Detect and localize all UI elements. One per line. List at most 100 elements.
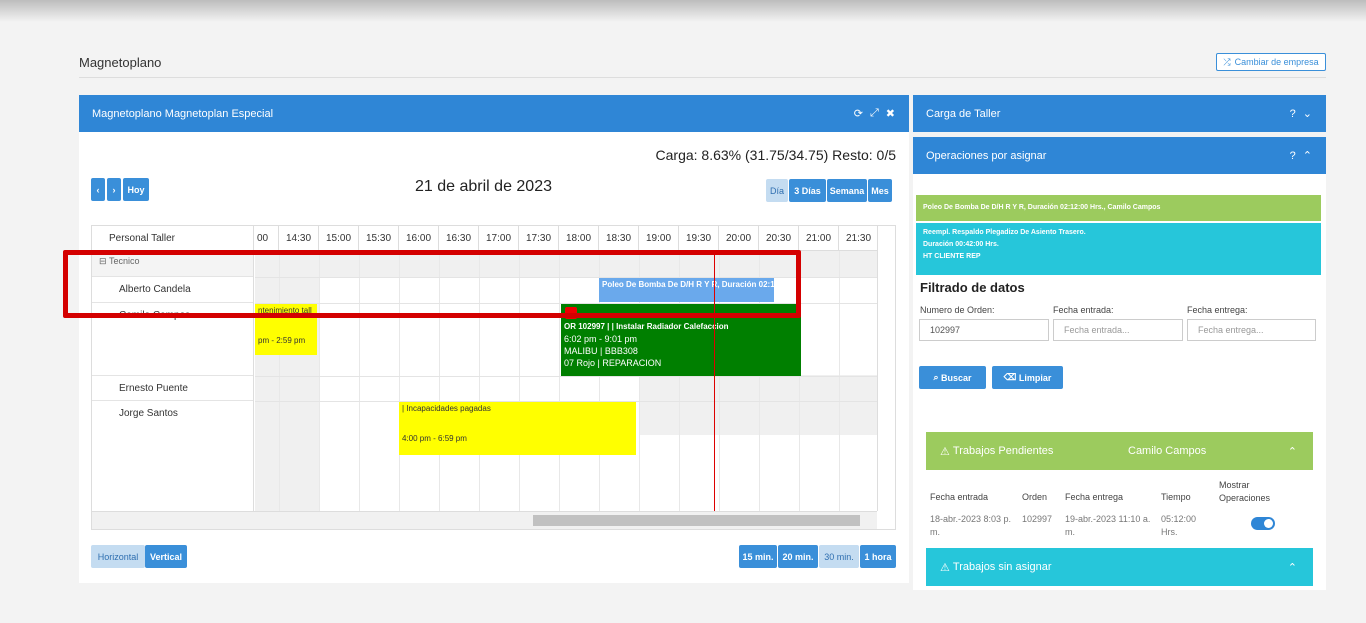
time-label: 18:00: [559, 226, 599, 250]
today-button[interactable]: Hoy: [123, 178, 149, 201]
current-date: 21 de abril de 2023: [415, 178, 552, 195]
op-line: Duración 00:42:00 Hrs.: [923, 241, 999, 248]
slot-60-button[interactable]: 1 hora: [860, 545, 896, 568]
slot-20-button[interactable]: 20 min.: [778, 545, 818, 568]
expand-icon[interactable]: ⤢: [870, 107, 879, 120]
operaciones-panel: Operaciones por asignar ? ⌃ Poleo De Bomb…: [913, 137, 1326, 590]
cell-orden: 102997: [1022, 514, 1053, 524]
vertical-button[interactable]: Vertical: [145, 545, 187, 568]
section-title: Trabajos Pendientes: [952, 445, 1054, 457]
help-icon[interactable]: ?: [1290, 150, 1296, 162]
scroll-thumb[interactable]: [533, 515, 860, 526]
pending-person: Camilo Campos: [1128, 445, 1207, 457]
offhours-shade: [639, 375, 877, 435]
chevron-left-icon: ‹: [96, 184, 100, 195]
slot-15-button[interactable]: 15 min.: [739, 545, 777, 568]
carga-taller-panel: Carga de Taller ? ⌄: [913, 95, 1326, 132]
col-mostrar[interactable]: Mostrar Operaciones: [1219, 479, 1279, 505]
order-input[interactable]: 102997: [919, 319, 1049, 341]
search-button[interactable]: ⌕ Buscar: [919, 366, 986, 389]
panel-title: Carga de Taller: [926, 107, 1001, 120]
entrada-label: Fecha entrada:: [1053, 305, 1114, 315]
search-icon: ⌕: [933, 372, 942, 382]
time-label: 17:00: [479, 226, 519, 250]
chevron-up-icon[interactable]: ⌃: [1288, 445, 1297, 458]
grid-line: [255, 376, 877, 377]
view-week-button[interactable]: Semana: [827, 179, 867, 202]
time-label: 16:00: [399, 226, 439, 250]
magnetoplano-panel: Magnetoplano Magnetoplan Especial ⟳ ⤢ ✖ …: [79, 95, 909, 583]
vertical-scrollbar[interactable]: [877, 226, 895, 511]
warning-icon: ⚠: [940, 561, 953, 574]
shuffle-icon: ⤮: [1223, 56, 1231, 67]
view-3days-button[interactable]: 3 Días: [789, 179, 826, 202]
next-button[interactable]: ›: [107, 178, 121, 201]
clear-button[interactable]: ⌫ Limpiar: [992, 366, 1063, 389]
view-day-button[interactable]: Día: [766, 179, 788, 202]
divider: [79, 77, 1326, 78]
order-label: Numero de Orden:: [920, 305, 995, 315]
fecha-entrada-input[interactable]: Fecha entrada...: [1053, 319, 1183, 341]
prev-button[interactable]: ‹: [91, 178, 105, 201]
refresh-icon[interactable]: ⟳: [854, 107, 863, 120]
time-label: 17:30: [519, 226, 559, 250]
col-fecha-entrega[interactable]: Fecha entrega: [1065, 492, 1123, 502]
horizontal-scrollbar[interactable]: [92, 511, 877, 529]
op-line: Reempl. Respaldo Plegadizo De Asiento Tr…: [923, 229, 1086, 236]
cell-entrega: 19-abr.-2023 11:10 a. m.: [1065, 514, 1151, 537]
operation-item[interactable]: Reempl. Respaldo Plegadizo De Asiento Tr…: [916, 223, 1321, 275]
change-company-button[interactable]: ⤮ Cambiar de empresa: [1216, 53, 1326, 71]
panel-header: Magnetoplano Magnetoplan Especial ⟳ ⤢ ✖: [79, 95, 909, 132]
cell-entrada: 18-abr.-2023 8:03 p. m.: [930, 514, 1012, 537]
carga-taller-header[interactable]: Carga de Taller ? ⌄: [913, 95, 1326, 132]
tools-icon[interactable]: ✖: [886, 107, 895, 120]
event-line: | Incapacidades pagadas: [402, 404, 491, 413]
time-label: 20:30: [759, 226, 799, 250]
time-label: 19:30: [679, 226, 719, 250]
eraser-icon: ⌫: [1003, 372, 1019, 382]
top-shadow: [0, 0, 1366, 22]
col-fecha-entrada[interactable]: Fecha entrada: [930, 492, 988, 502]
col-orden[interactable]: Orden: [1022, 492, 1047, 502]
chevron-down-icon[interactable]: ⌄: [1303, 107, 1312, 120]
time-label: 00: [255, 226, 279, 250]
resource-row: Ernesto Puente: [92, 376, 253, 401]
page-title: Magnetoplano: [79, 55, 162, 70]
resource-header: Personal Taller: [92, 226, 253, 251]
view-month-button[interactable]: Mes: [868, 179, 892, 202]
help-icon[interactable]: ?: [1290, 108, 1296, 120]
time-label: 21:00: [799, 226, 839, 250]
panel-title: Magnetoplano Magnetoplan Especial: [92, 107, 274, 120]
chevron-up-icon[interactable]: ⌃: [1303, 149, 1312, 162]
event-line: 6:02 pm - 9:01 pm: [564, 334, 638, 344]
operaciones-header[interactable]: Operaciones por asignar ? ⌃: [913, 137, 1326, 174]
event-line: pm - 2:59 pm: [258, 336, 306, 345]
pending-jobs-header[interactable]: ⚠ Trabajos Pendientes Camilo Campos ⌃: [926, 432, 1313, 470]
time-label: 18:30: [599, 226, 639, 250]
highlight-box: [63, 250, 801, 318]
event-incapacidades[interactable]: | Incapacidades pagadas 4:00 pm - 6:59 p…: [399, 402, 636, 455]
panel-title: Operaciones por asignar: [926, 149, 1047, 162]
time-label: 19:00: [639, 226, 679, 250]
warning-icon: ⚠: [940, 445, 953, 458]
chevron-up-icon[interactable]: ⌃: [1288, 561, 1297, 574]
fecha-entrega-input[interactable]: Fecha entrega...: [1187, 319, 1316, 341]
carga-summary: Carga: 8.63% (31.75/34.75) Resto: 0/5: [655, 147, 896, 163]
unassigned-jobs-header[interactable]: ⚠ Trabajos sin asignar ⌃: [926, 548, 1313, 586]
resource-row: Jorge Santos: [119, 408, 178, 419]
time-label: 15:00: [319, 226, 359, 250]
filter-title: Filtrado de datos: [920, 280, 1025, 295]
cell-tiempo: 05:12:00 Hrs.: [1161, 514, 1197, 537]
horizontal-button[interactable]: Horizontal: [91, 545, 145, 568]
section-title: Trabajos sin asignar: [952, 561, 1052, 573]
time-label: 15:30: [359, 226, 399, 250]
col-tiempo[interactable]: Tiempo: [1161, 492, 1191, 502]
show-operations-toggle[interactable]: [1251, 517, 1275, 530]
time-label: 16:30: [439, 226, 479, 250]
chevron-right-icon: ›: [112, 184, 116, 195]
slot-30-button[interactable]: 30 min.: [819, 545, 859, 568]
time-header: 00 14:30 15:00 15:30 16:00 16:30 17:00 1…: [255, 226, 879, 251]
event-line: 4:00 pm - 6:59 pm: [402, 434, 467, 443]
time-label: 14:30: [279, 226, 319, 250]
operation-item[interactable]: Poleo De Bomba De D/H R Y R, Duración 02…: [916, 195, 1321, 221]
